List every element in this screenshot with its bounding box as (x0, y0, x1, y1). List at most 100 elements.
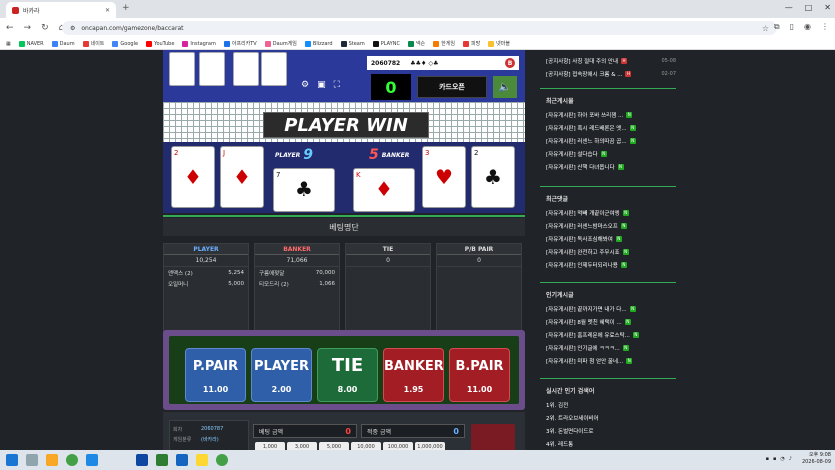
list-item[interactable]: [자유게시판] 설다습다 N (546, 147, 676, 160)
chrome-icon[interactable] (216, 454, 228, 466)
player-score: PLAYER 9 (275, 147, 313, 163)
card-open-button[interactable]: 카드오픈 (417, 76, 487, 98)
menu-icon[interactable]: ⋮ (821, 22, 829, 32)
tray-app-icon[interactable]: ▪ (766, 456, 769, 462)
card-suits-icon: ♣♣♦ ◇♣ (410, 59, 439, 67)
extensions-icon[interactable]: ⧉ (774, 22, 780, 32)
sidebar-divider (540, 186, 676, 187)
bookmark-afreecatv[interactable]: 아프리카TV (223, 40, 257, 47)
list-item[interactable]: 2위. 트라오브세이비어 (546, 411, 676, 424)
address-bar[interactable]: ⚙ oncapan.com/gamezone/baccarat ☆ (62, 21, 777, 35)
site-info-icon[interactable]: ⚙ (70, 25, 75, 32)
sidepanel-icon[interactable]: ▯ (790, 22, 794, 32)
bookmark-nexon[interactable]: 넥슨 (407, 40, 425, 47)
place-bet-button[interactable] (471, 424, 515, 450)
bet-button-tie[interactable]: TIE 8.00 (317, 348, 378, 402)
bookmarks-bar: ▦ NAVER Daum 네이트 Google YouTube Instagra… (0, 38, 835, 50)
bet-row: 티모드리 (2) 1,066 (259, 280, 335, 288)
chrome-icon[interactable] (66, 454, 78, 466)
chip-button[interactable]: 1,000 (255, 442, 285, 450)
bookmark-daum[interactable]: Daum (51, 40, 75, 47)
app-icon[interactable] (136, 454, 148, 466)
bookmark-netmarble[interactable]: 넷마블 (488, 40, 510, 47)
chip-button[interactable]: 5,000 (319, 442, 349, 450)
sound-icon[interactable]: 🔈 (493, 76, 517, 98)
bookmark-daum-game[interactable]: Daum게임 (264, 40, 297, 47)
list-item[interactable]: [자유게시판] 인기글에 ㅋㅋㅋ... N (546, 341, 676, 354)
profile-icon[interactable]: ◉ (804, 22, 811, 32)
apps-icon[interactable]: ▦ (6, 41, 11, 47)
url-text: oncapan.com/gamezone/baccarat (81, 24, 184, 32)
start-icon[interactable] (6, 454, 18, 466)
nexon-icon (407, 40, 414, 47)
minimize-icon[interactable]: — (785, 3, 793, 12)
notice-item[interactable]: [공지사항] 사칭 절대 주의 안내 H 05-08 (546, 54, 676, 67)
bookmark-plaync[interactable]: PLAYNC (372, 40, 400, 47)
file-explorer-icon[interactable] (46, 454, 58, 466)
bet-amount-field[interactable]: 베팅 금액 0 (253, 424, 357, 438)
kakaotalk-icon[interactable] (196, 454, 208, 466)
list-item[interactable]: [자유게시판] 끝까지가면 내가 다... N (546, 302, 676, 315)
list-item[interactable]: [자유게시판] 완전하고 주무시죠 N (546, 245, 676, 258)
bookmark-blizzard[interactable]: Blizzard (304, 40, 333, 47)
list-item[interactable]: [자유게시판] 먹빼 개끝이군여엥 N (546, 206, 676, 219)
bet-button-p-pair[interactable]: P.PAIR 11.00 (185, 348, 246, 402)
bookmark-pmang[interactable]: 피망 (462, 40, 480, 47)
list-item[interactable]: [자유게시판] 산책 다녀옵니다 N (546, 160, 676, 173)
bookmark-youtube[interactable]: YouTube (146, 40, 174, 47)
bet-panel: P.PAIR 11.00 PLAYER 2.00 TIE 8.00 BANKER… (163, 330, 525, 410)
chip-button[interactable]: 3,000 (287, 442, 317, 450)
window-icon[interactable]: ▣ (317, 80, 326, 90)
edge-icon[interactable] (86, 454, 98, 466)
bookmark-hangame[interactable]: 한게임 (433, 40, 455, 47)
bookmark-steam[interactable]: Steam (340, 40, 365, 47)
reload-icon[interactable]: ↻ (41, 23, 49, 33)
bet-button-banker[interactable]: BANKER 1.95 (383, 348, 444, 402)
list-item[interactable]: [자유게시판] 미파 첨 얻안 꿀네... N (546, 354, 676, 367)
fullscreen-icon[interactable]: ⛶ (334, 80, 340, 90)
settings-icon[interactable]: ⚙ (301, 80, 309, 90)
list-item[interactable]: [자유게시판] 독사조심해봐여 N (546, 232, 676, 245)
new-tab-icon[interactable]: + (122, 3, 130, 13)
list-item[interactable]: [자유게시판] 홈프레문에 유료스탁... N (546, 328, 676, 341)
hot-badge-icon: H (625, 70, 632, 77)
back-icon[interactable]: ← (6, 23, 14, 33)
bookmark-instagram[interactable]: Instagram (182, 40, 216, 47)
task-view-icon[interactable] (26, 454, 38, 466)
forward-icon[interactable]: → (24, 23, 32, 33)
list-item[interactable]: 4위. 레드통 (546, 437, 676, 450)
list-item[interactable]: [자유게시판] 혹시 레드배론은 엣... N (546, 121, 676, 134)
app-icon[interactable] (156, 454, 168, 466)
maximize-icon[interactable]: □ (805, 3, 813, 12)
realtime-search: 실시간 인기 검색어 1위. 김전 2위. 트라오브세이비어 3위. 돈벌면다이… (546, 382, 676, 450)
tray-app-icon[interactable]: ▪ (773, 456, 776, 462)
list-item[interactable]: [자유게시판] 러센느 하의따끔 곱... N (546, 134, 676, 147)
plaync-icon (372, 40, 379, 47)
network-icon[interactable]: ◔ (780, 456, 784, 462)
bookmark-star-icon[interactable]: ☆ (762, 24, 769, 33)
chip-button[interactable]: 1,000,000 (415, 442, 445, 450)
bookmark-naver[interactable]: NAVER (18, 40, 44, 47)
list-item[interactable]: [자유게시판] 8월 멧친 혜택이 ... N (546, 315, 676, 328)
list-item[interactable]: 3위. 돈벌면다이드로 (546, 424, 676, 437)
volume-icon[interactable]: ♪ (789, 456, 792, 462)
afreecatv-icon (223, 40, 230, 47)
chip-button[interactable]: 100,000 (383, 442, 413, 450)
list-item[interactable]: [자유게시판] 러센느밤마스오프 N (546, 219, 676, 232)
bookmark-nate[interactable]: 네이트 (82, 40, 104, 47)
top-card (233, 52, 259, 86)
browser-tab[interactable]: 바카라 ✕ (6, 2, 116, 18)
list-item[interactable]: 1위. 김전 (546, 398, 676, 411)
list-item[interactable]: [자유게시판] 하아 포바 쓰리잼 ... N (546, 108, 676, 121)
daum-game-icon (264, 40, 271, 47)
bet-button-player[interactable]: PLAYER 2.00 (251, 348, 312, 402)
word-icon[interactable] (176, 454, 188, 466)
bookmark-google[interactable]: Google (112, 40, 138, 47)
notice-item[interactable]: [공지사항] 접속장애시 크롬 & ... H 02-07 (546, 67, 676, 80)
bet-button-b-pair[interactable]: B.PAIR 11.00 (449, 348, 510, 402)
close-tab-icon[interactable]: ✕ (105, 7, 110, 14)
list-item[interactable]: [자유게시판] 인제두터되리나용 N (546, 258, 676, 271)
chip-button[interactable]: 10,000 (351, 442, 381, 450)
close-window-icon[interactable]: ✕ (824, 3, 831, 12)
clock[interactable]: 오후 9:08 2026-08-09 (802, 452, 831, 466)
